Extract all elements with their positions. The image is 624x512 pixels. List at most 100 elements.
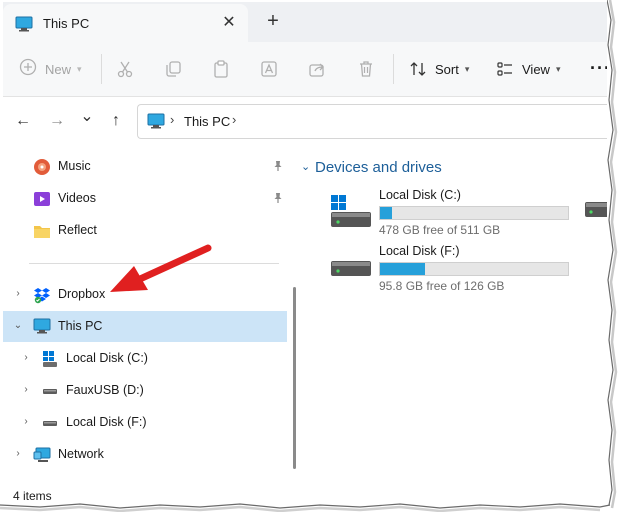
windows-drive-icon [329,195,373,234]
windows-drive-icon [41,350,59,368]
view-icon [497,62,512,76]
nav-item-this-pc[interactable]: ⌄ This PC [3,311,287,342]
scissors-icon [117,61,133,78]
tab-title: This PC [43,16,90,31]
drive-free-space: 478 GB free of 511 GB [379,223,501,237]
toolbar-divider [393,54,394,84]
nav-item-label: Network [58,447,104,461]
close-tab-button[interactable]: ✕ [218,12,240,34]
rename-button[interactable] [260,42,278,96]
nav-item-label: Local Disk (F:) [66,415,147,429]
drive-usage-bar [379,206,569,220]
command-bar: New ▾ Sort ▾ View ▾ ·· [3,42,607,97]
nav-item-label: Reflect [58,223,97,237]
sort-icon [410,62,426,76]
nav-item-videos[interactable]: Videos [3,183,287,214]
share-button[interactable] [308,42,326,96]
drive-tile-c[interactable]: Local Disk (C:) 478 GB free of 511 GB [329,188,579,239]
title-bar: This PC ✕ + [3,2,607,42]
pin-icon[interactable] [272,159,284,177]
view-label: View [522,61,550,77]
view-button[interactable]: View ▾ [496,42,560,96]
this-pc-icon [33,318,51,336]
network-icon [33,446,51,464]
trash-icon [360,61,372,77]
usb-drive-icon [41,382,59,400]
breadcrumb-this-pc[interactable]: This PC [184,114,230,129]
chevron-right-icon[interactable]: › [19,415,33,429]
nav-item-network[interactable]: › Network [3,439,287,470]
sort-button[interactable]: Sort ▾ [409,42,469,96]
nav-item-label: Dropbox [58,287,106,301]
drive-usage-fill [380,263,426,275]
chevron-down-icon[interactable]: ⌄ [301,160,310,173]
paste-button[interactable] [212,42,230,96]
nav-item-label: Music [58,159,91,173]
chevron-right-icon[interactable]: › [11,447,25,461]
file-explorer-window: This PC ✕ + New ▾ Sort ▾ View ▾ ·· ← → ⌄… [3,2,607,505]
forward-button[interactable]: → [45,109,69,133]
new-label: New [45,61,72,77]
chevron-right-icon[interactable]: › [11,287,25,301]
nav-item-label: Local Disk (C:) [66,351,148,365]
nav-item-label: This PC [58,319,103,333]
folder-icon [33,222,51,240]
nav-item-dropbox[interactable]: › Dropbox [3,279,287,310]
group-header-devices-and-drives[interactable]: Devices and drives [315,159,442,176]
nav-item-music[interactable]: Music [3,151,287,182]
torn-edge [0,503,611,512]
back-button[interactable]: ← [11,109,35,133]
rename-icon [261,61,277,77]
drive-tile-f[interactable]: Local Disk (F:) 95.8 GB free of 126 GB [329,244,579,295]
drive-free-space: 95.8 GB free of 126 GB [379,279,505,293]
dropbox-icon [33,286,51,304]
chevron-down-icon[interactable]: ⌄ [11,319,25,333]
breadcrumb-separator[interactable]: › [170,112,174,127]
chevron-down-icon: ▾ [464,63,470,74]
content-area: ⌄ Devices and drives Local Disk (C:) 478… [301,147,607,505]
this-pc-icon [147,113,165,134]
breadcrumb-separator[interactable]: › [232,112,236,127]
drive-name: Local Disk (F:) [379,244,460,258]
videos-icon [33,190,51,208]
nav-item-local-disk-c[interactable]: › Local Disk (C:) [3,343,287,374]
torn-edge [607,0,624,512]
share-icon [309,63,324,77]
add-icon [19,58,37,81]
drive-usage-bar [379,262,569,276]
drive-icon[interactable] [585,199,607,224]
nav-pane-scrollbar[interactable] [293,287,296,469]
chevron-right-icon[interactable]: › [19,383,33,397]
music-icon [33,158,51,176]
chevron-down-icon: ▾ [555,63,561,74]
nav-item-reflect[interactable]: Reflect [3,215,287,246]
copy-button[interactable] [164,42,182,96]
address-bar[interactable]: › This PC › [137,104,607,139]
copy-icon [166,61,181,77]
chevron-down-icon: ▾ [77,63,82,74]
up-button[interactable]: ↑ [104,109,128,133]
cut-button[interactable] [116,42,134,96]
drive-usage-fill [380,207,393,219]
address-row: ← → ⌄ ↑ › This PC › [3,97,607,145]
new-tab-button[interactable]: + [261,10,285,34]
drive-name: Local Disk (C:) [379,188,461,202]
pin-icon[interactable] [272,191,284,209]
nav-item-fauxusb-d[interactable]: › FauxUSB (D:) [3,375,287,406]
new-button[interactable]: New ▾ [19,42,82,96]
toolbar-divider [101,54,102,84]
nav-item-label: Videos [58,191,96,205]
recent-locations-button[interactable]: ⌄ [75,105,99,129]
this-pc-icon [15,16,33,37]
delete-button[interactable] [357,42,375,96]
paste-icon [214,60,228,78]
status-item-count: 4 items [13,489,52,503]
tab-this-pc[interactable]: This PC ✕ [3,4,248,42]
drive-icon [41,414,59,432]
chevron-right-icon[interactable]: › [19,351,33,365]
nav-item-local-disk-f[interactable]: › Local Disk (F:) [3,407,287,438]
navigation-pane: Music Videos Reflect › Dropbox ⌄ This PC… [3,147,293,505]
see-more-button[interactable]: ··· [590,58,607,79]
nav-item-label: FauxUSB (D:) [66,383,144,397]
drive-icon [329,251,373,290]
